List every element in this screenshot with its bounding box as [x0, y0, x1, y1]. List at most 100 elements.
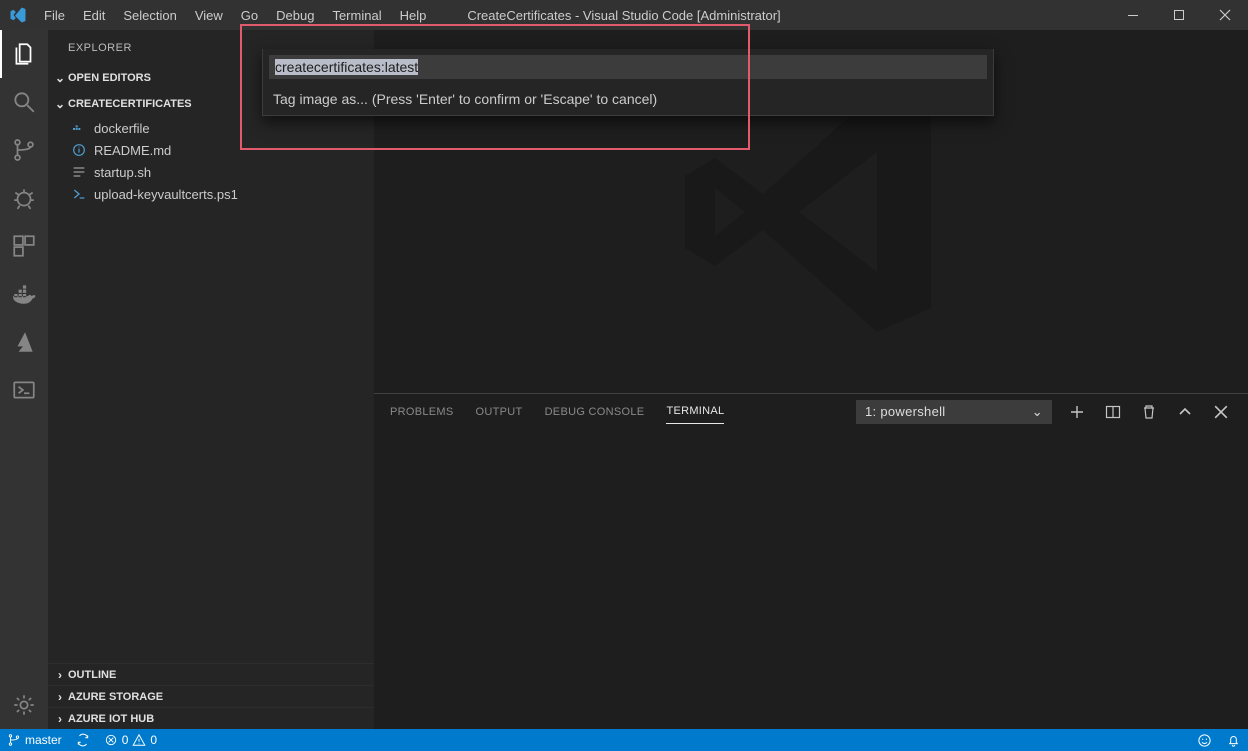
menu-edit[interactable]: Edit [74, 8, 114, 23]
quick-input: createcertificates:latest Tag image as..… [262, 49, 994, 116]
status-bar: master 0 0 [0, 729, 1248, 751]
activity-debug[interactable] [0, 174, 48, 222]
chevron-right-icon: › [52, 668, 68, 682]
window-title: CreateCertificates - Visual Studio Code … [467, 8, 780, 23]
menu-go[interactable]: Go [232, 8, 267, 23]
file-name: dockerfile [94, 121, 150, 136]
file-item[interactable]: upload-keyvaultcerts.ps1 [48, 183, 374, 205]
docker-file-icon [70, 120, 88, 136]
section-label: AZURE IOT HUB [68, 713, 154, 725]
error-count: 0 [122, 733, 129, 747]
activity-azure[interactable] [0, 318, 48, 366]
file-name: upload-keyvaultcerts.ps1 [94, 187, 238, 202]
files-icon [11, 41, 37, 67]
file-name: README.md [94, 143, 171, 158]
quick-input-hint: Tag image as... (Press 'Enter' to confir… [263, 85, 993, 115]
tab-output[interactable]: OUTPUT [476, 400, 523, 424]
branch-name: master [25, 733, 62, 747]
error-icon [104, 733, 118, 747]
chevron-down-icon: ⌄ [1032, 404, 1043, 420]
menu-terminal[interactable]: Terminal [323, 8, 390, 23]
status-sync[interactable] [69, 729, 97, 751]
activity-extensions[interactable] [0, 222, 48, 270]
file-item[interactable]: README.md [48, 139, 374, 161]
file-item[interactable]: startup.sh [48, 161, 374, 183]
kill-terminal-button[interactable] [1138, 401, 1160, 423]
section-label: OUTLINE [68, 669, 116, 681]
bug-icon [11, 185, 37, 211]
menu-file[interactable]: File [35, 8, 74, 23]
branch-icon [7, 733, 21, 747]
maximize-button[interactable] [1156, 0, 1202, 30]
chevron-right-icon: › [52, 690, 68, 704]
close-button[interactable] [1202, 0, 1248, 30]
gear-icon [11, 692, 37, 718]
extensions-icon [11, 233, 37, 259]
terminal-selector[interactable]: 1: powershell ⌄ [856, 400, 1052, 424]
new-terminal-button[interactable] [1066, 401, 1088, 423]
file-item[interactable]: dockerfile [48, 117, 374, 139]
title-bar: File Edit Selection View Go Debug Termin… [0, 0, 1248, 30]
activity-settings[interactable] [0, 681, 48, 729]
azure-icon [11, 329, 37, 355]
activity-explorer[interactable] [0, 30, 48, 78]
chevron-right-icon: › [52, 712, 68, 726]
section-label: AZURE STORAGE [68, 691, 163, 703]
window-controls [1110, 0, 1248, 30]
close-icon [1214, 405, 1228, 419]
section-outline[interactable]: › OUTLINE [48, 663, 374, 685]
section-label: CREATECERTIFICATES [68, 98, 192, 110]
menu-selection[interactable]: Selection [114, 8, 185, 23]
bottom-panel: PROBLEMS OUTPUT DEBUG CONSOLE TERMINAL 1… [374, 393, 1248, 729]
bell-icon [1226, 733, 1241, 748]
terminal-selector-label: 1: powershell [865, 404, 946, 419]
quick-input-field[interactable]: createcertificates:latest [275, 59, 418, 75]
menu-view[interactable]: View [186, 8, 232, 23]
section-azure-iot-hub[interactable]: › AZURE IOT HUB [48, 707, 374, 729]
app-logo [0, 6, 35, 24]
status-problems[interactable]: 0 0 [97, 729, 164, 751]
menu-help[interactable]: Help [391, 8, 436, 23]
split-terminal-button[interactable] [1102, 401, 1124, 423]
split-icon [1105, 404, 1121, 420]
vscode-icon [9, 6, 27, 24]
powershell-icon [11, 377, 37, 403]
info-file-icon [70, 142, 88, 158]
file-name: startup.sh [94, 165, 151, 180]
warning-icon [132, 733, 146, 747]
section-label: OPEN EDITORS [68, 72, 151, 84]
status-notifications[interactable] [1219, 729, 1248, 751]
minimize-button[interactable] [1110, 0, 1156, 30]
status-feedback[interactable] [1190, 729, 1219, 751]
editor-area: PROBLEMS OUTPUT DEBUG CONSOLE TERMINAL 1… [374, 30, 1248, 729]
sync-icon [76, 733, 90, 747]
tab-debug-console[interactable]: DEBUG CONSOLE [545, 400, 645, 424]
warning-count: 0 [150, 733, 157, 747]
maximize-panel-button[interactable] [1174, 401, 1196, 423]
docker-icon [11, 281, 37, 307]
branch-icon [11, 137, 37, 163]
trash-icon [1141, 404, 1157, 420]
plus-icon [1069, 404, 1085, 420]
activity-docker[interactable] [0, 270, 48, 318]
activity-powershell[interactable] [0, 366, 48, 414]
tab-terminal[interactable]: TERMINAL [666, 399, 724, 424]
panel-tabs: PROBLEMS OUTPUT DEBUG CONSOLE TERMINAL 1… [374, 394, 1248, 429]
chevron-up-icon [1177, 404, 1193, 420]
menu-debug[interactable]: Debug [267, 8, 323, 23]
status-branch[interactable]: master [0, 729, 69, 751]
section-azure-storage[interactable]: › AZURE STORAGE [48, 685, 374, 707]
activity-bar [0, 30, 48, 729]
ps-file-icon [70, 186, 88, 202]
search-icon [11, 89, 37, 115]
smiley-icon [1197, 733, 1212, 748]
chevron-down-icon: ⌄ [52, 97, 68, 111]
activity-search[interactable] [0, 78, 48, 126]
sh-file-icon [70, 164, 88, 180]
tab-problems[interactable]: PROBLEMS [390, 400, 454, 424]
explorer-sidebar: EXPLORER ⌄ OPEN EDITORS ⌄ CREATECERTIFIC… [48, 30, 374, 729]
chevron-down-icon: ⌄ [52, 71, 68, 85]
close-panel-button[interactable] [1210, 401, 1232, 423]
activity-scm[interactable] [0, 126, 48, 174]
menu-bar: File Edit Selection View Go Debug Termin… [35, 0, 435, 30]
